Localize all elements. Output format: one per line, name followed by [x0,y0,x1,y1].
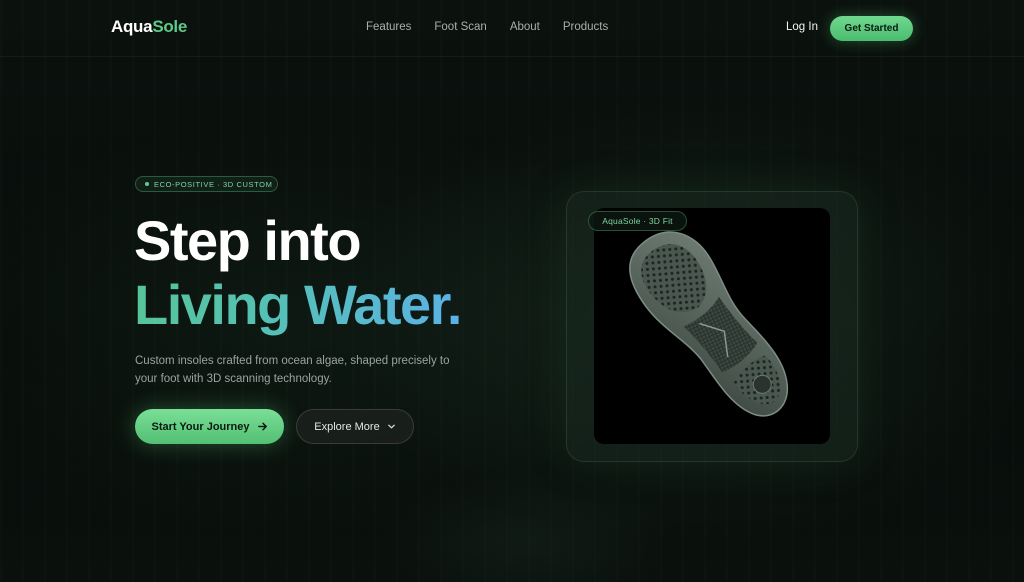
nav-link-foot-scan[interactable]: Foot Scan [434,21,486,33]
top-nav: AquaSole Features Foot Scan About Produc… [0,0,1024,57]
start-journey-button[interactable]: Start Your Journey [135,409,284,444]
get-started-button[interactable]: Get Started [830,16,913,41]
nav-links: Features Foot Scan About Products [366,21,631,33]
logo-text-accent: Sole [152,17,188,36]
nav-link-products[interactable]: Products [563,21,608,33]
hero-badge-text: ECO-POSITIVE · 3D CUSTOM [154,179,273,189]
logo-text-main: Aqua [111,17,153,36]
login-link[interactable]: Log In [786,21,818,33]
card-label: AquaSole · 3D Fit [588,211,687,231]
hero-subtext: Custom insoles crafted from ocean algae,… [135,355,450,385]
nav-link-features[interactable]: Features [366,21,411,33]
product-image-frame [594,208,830,444]
page: AquaSole Features Foot Scan About Produc… [0,0,1024,582]
insole-image [629,231,789,417]
dot-icon [145,182,149,186]
explore-more-label: Explore More [314,420,380,433]
arrow-right-icon [257,422,267,431]
explore-more-button[interactable]: Explore More [296,409,414,444]
headline-line-1: Step into [134,209,362,272]
chevron-down-icon [387,424,395,429]
headline-line-2: Living Water. [134,273,462,336]
hero-badge: ECO-POSITIVE · 3D CUSTOM [135,176,278,192]
logo[interactable]: AquaSole [111,17,187,37]
start-journey-label: Start Your Journey [151,420,250,433]
background-glow [380,470,680,582]
nav-link-about[interactable]: About [510,21,540,33]
